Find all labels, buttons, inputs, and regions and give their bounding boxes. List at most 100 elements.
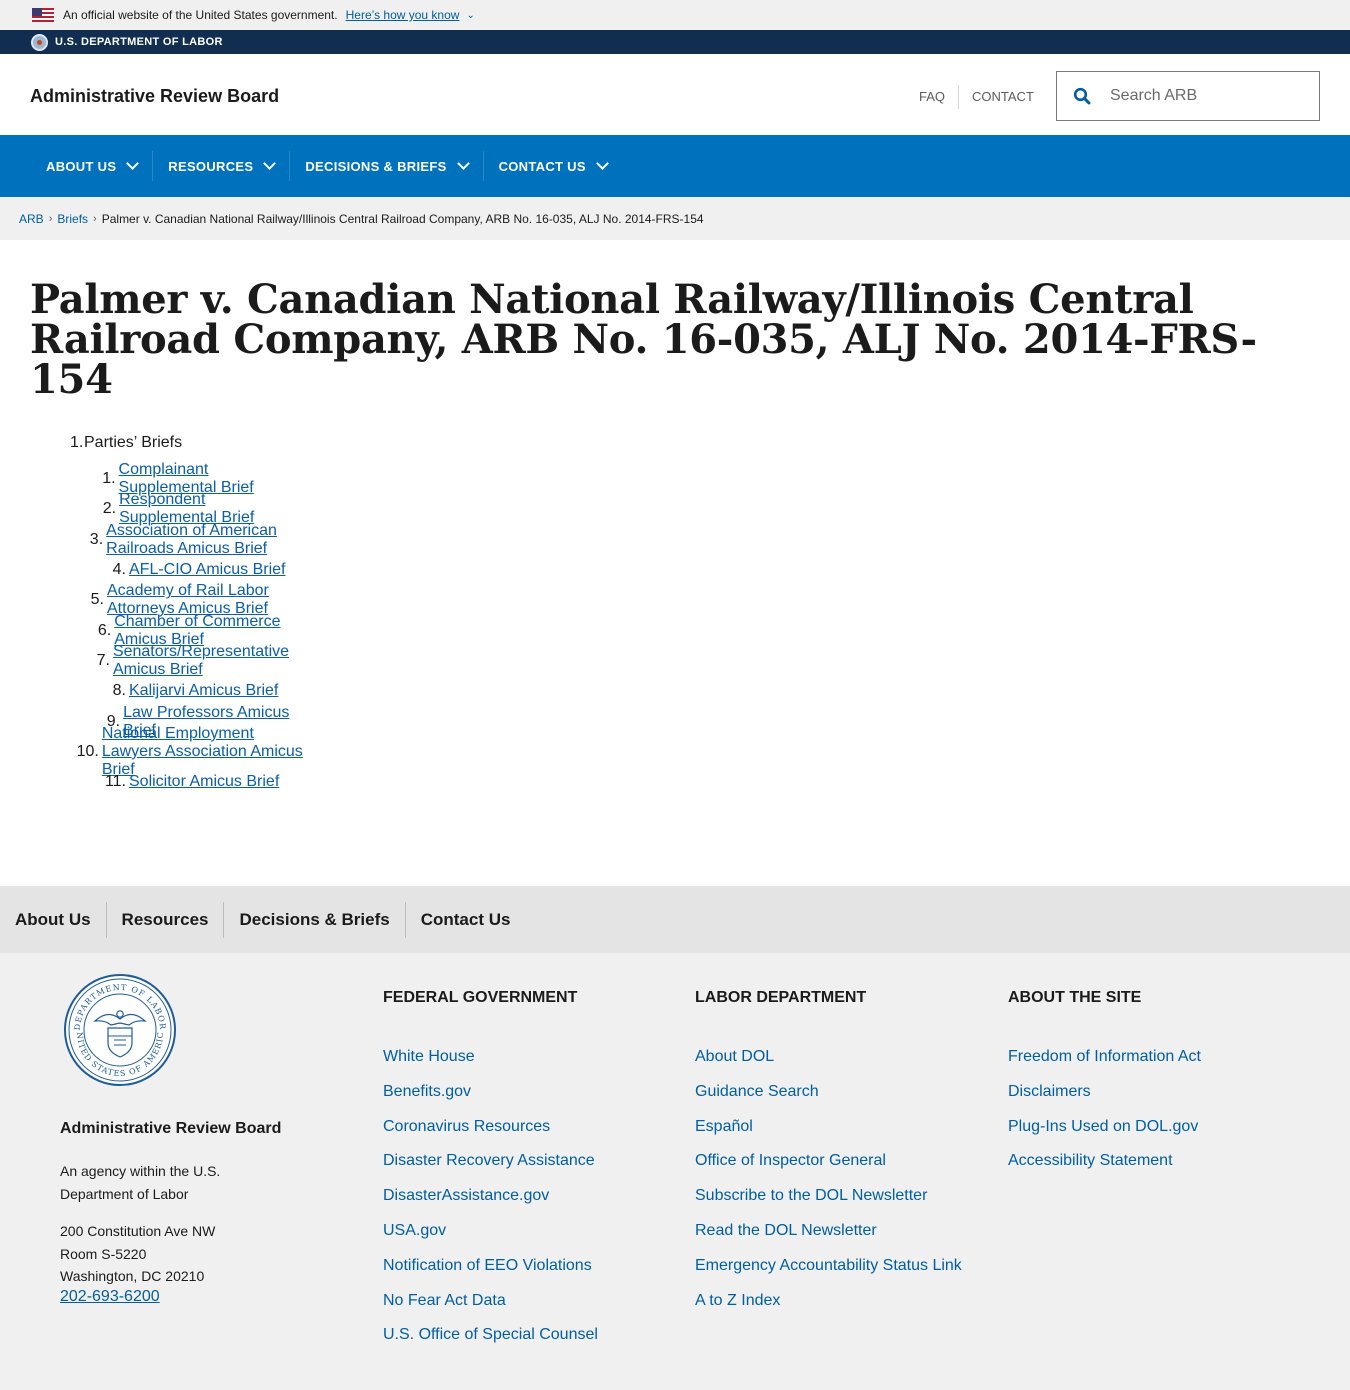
- list-item: 3. Association of American Railroads Amic…: [70, 522, 305, 558]
- footer-agency-line: An agency within the U.S.: [60, 1163, 221, 1179]
- nav-contact-us[interactable]: CONTACT US: [484, 151, 622, 181]
- list-number: 1.: [70, 434, 84, 451]
- footer-link[interactable]: Disaster Recovery Assistance: [383, 1152, 595, 1169]
- list-number: 5.: [90, 591, 104, 609]
- footer-link[interactable]: U.S. Office of Special Counsel: [383, 1326, 598, 1343]
- list-number: 1.: [102, 470, 116, 488]
- nav-resources[interactable]: RESOURCES: [153, 151, 291, 181]
- footer-nav-about-us[interactable]: About Us: [15, 901, 107, 938]
- breadcrumb-briefs[interactable]: Briefs: [57, 212, 88, 226]
- footer-link[interactable]: No Fear Act Data: [383, 1292, 506, 1309]
- site-title[interactable]: Administrative Review Board: [30, 86, 279, 107]
- footer-link[interactable]: Benefits.gov: [383, 1083, 471, 1100]
- footer-column-title: FEDERAL GOVERNMENT: [383, 989, 578, 1006]
- footer-link[interactable]: Emergency Accountability Status Link: [695, 1257, 962, 1274]
- footer-link[interactable]: Plug-Ins Used on DOL.gov: [1008, 1118, 1198, 1135]
- brief-link[interactable]: Senators/Representative Amicus Brief: [113, 643, 305, 679]
- footer-link[interactable]: A to Z Index: [695, 1292, 780, 1309]
- nav-label: CONTACT US: [498, 158, 586, 174]
- footer-nav-resources[interactable]: Resources: [107, 901, 225, 938]
- footer-link[interactable]: Coronavirus Resources: [383, 1118, 550, 1135]
- briefs-list: 1. Parties’ Briefs 1. Complainant Supplem…: [70, 434, 303, 790]
- list-item: 2. Respondent Supplemental Brief: [70, 491, 305, 526]
- list-item: 4. AFL-CIO Amicus Brief: [70, 555, 305, 585]
- page-title: Palmer v. Canadian National Railway/Illi…: [30, 276, 1257, 403]
- dol-bar-text[interactable]: U.S. DEPARTMENT OF LABOR: [55, 36, 223, 48]
- footer-link[interactable]: DisasterAssistance.gov: [383, 1187, 549, 1204]
- footer-link[interactable]: About DOL: [695, 1048, 774, 1065]
- list-item: 7. Senators/Representative Amicus Brief: [70, 643, 305, 679]
- breadcrumb: ARB › Briefs › Palmer v. Canadian Nation…: [0, 197, 1350, 240]
- footer-link[interactable]: Freedom of Information Act: [1008, 1048, 1201, 1065]
- footer-link[interactable]: Español: [695, 1118, 753, 1135]
- chevron-down-icon: [126, 157, 140, 170]
- chevron-down-icon[interactable]: ⌄: [466, 10, 474, 21]
- footer-agency: An agency within the U.S. Department of …: [60, 1160, 220, 1206]
- breadcrumb-current: Palmer v. Canadian National Railway/Illi…: [101, 211, 704, 226]
- contact-link[interactable]: CONTACT: [972, 84, 1034, 109]
- list-number: 10.: [76, 742, 99, 760]
- nav-label: RESOURCES: [168, 158, 254, 174]
- utility-divider: [958, 84, 960, 109]
- list-item: 1. Parties’ Briefs: [70, 434, 182, 452]
- footer-address-line: Room S-5220: [60, 1245, 147, 1262]
- heres-how-you-know-link[interactable]: Here’s how you know: [346, 8, 460, 22]
- footer-column-about-site: ABOUT THE SITE Freedom of Information Ac…: [1008, 989, 1201, 1187]
- footer-column-labor: LABOR DEPARTMENT About DOL Guidance Sear…: [695, 989, 962, 1326]
- faq-link[interactable]: FAQ: [919, 84, 945, 109]
- site-footer: DEPARTMENT OF LABOR UNITED STATES OF AME…: [0, 953, 1350, 1390]
- nav-label: ABOUT US: [46, 158, 117, 174]
- search-input[interactable]: Search ARB: [1056, 71, 1320, 121]
- brief-link[interactable]: AFL-CIO Amicus Brief: [129, 561, 285, 579]
- chevron-down-icon: [595, 157, 609, 170]
- brief-link[interactable]: Kalijarvi Amicus Brief: [129, 682, 278, 700]
- footer-address-line: 200 Constitution Ave NW: [60, 1223, 216, 1239]
- list-item: 5. Academy of Rail Labor Attorneys Amicus…: [70, 582, 305, 617]
- footer-link[interactable]: Notification of EEO Violations: [383, 1257, 592, 1274]
- brief-link[interactable]: Solicitor Amicus Brief: [129, 773, 279, 791]
- section-label: Parties’ Briefs: [84, 434, 183, 451]
- breadcrumb-separator: ›: [93, 212, 97, 225]
- list-number: 11.: [104, 773, 126, 791]
- nav-decisions-briefs[interactable]: DECISIONS & BRIEFS: [290, 151, 484, 181]
- chevron-down-icon: [263, 157, 277, 170]
- dol-seal-icon[interactable]: DEPARTMENT OF LABOR UNITED STATES OF AME…: [63, 973, 177, 1087]
- briefs-sublist: 1. Complainant Supplemental Brief 2. Respo…: [70, 461, 305, 797]
- list-number: 8.: [112, 682, 126, 700]
- list-number: 3.: [89, 530, 104, 548]
- footer-link[interactable]: USA.gov: [383, 1222, 446, 1239]
- footer-link[interactable]: Read the DOL Newsletter: [695, 1222, 877, 1239]
- footer-nav-contact-us[interactable]: Contact Us: [406, 902, 526, 938]
- footer-column-title: ABOUT THE SITE: [1008, 989, 1142, 1006]
- breadcrumb-arb[interactable]: ARB: [19, 212, 44, 226]
- footer-link[interactable]: Subscribe to the DOL Newsletter: [695, 1187, 927, 1204]
- footer-column-title: LABOR DEPARTMENT: [695, 989, 867, 1006]
- footer-link[interactable]: Office of Inspector General: [695, 1152, 886, 1169]
- site-header: Administrative Review Board FAQ CONTACT …: [0, 54, 1350, 135]
- footer-address: 200 Constitution Ave NW Room S-5220 Wash…: [60, 1220, 215, 1288]
- list-item: 6. Chamber of Commerce Amicus Brief: [70, 613, 305, 648]
- footer-org-name: Administrative Review Board: [60, 1120, 282, 1137]
- main-nav: ABOUT US RESOURCES DECISIONS & BRIEFS CO…: [0, 135, 1350, 197]
- list-number: 4.: [112, 561, 126, 579]
- chevron-down-icon: [456, 157, 470, 170]
- dol-seal-icon: [31, 33, 48, 51]
- footer-nav-decisions-briefs[interactable]: Decisions & Briefs: [224, 901, 406, 938]
- search-placeholder: Search ARB: [1110, 87, 1198, 104]
- gov-banner-text: An official website of the United States…: [63, 8, 338, 22]
- utility-links: FAQ CONTACT: [919, 84, 1034, 109]
- footer-phone-link[interactable]: 202-693-6200: [60, 1288, 160, 1306]
- search-icon[interactable]: [1057, 87, 1107, 105]
- breadcrumb-separator: ›: [48, 212, 53, 225]
- footer-link[interactable]: Guidance Search: [695, 1083, 819, 1100]
- nav-about-us[interactable]: ABOUT US: [31, 151, 154, 181]
- footer-agency-line: Department of Labor: [60, 1186, 189, 1202]
- brief-link[interactable]: National Employment Lawyers Association …: [102, 725, 305, 779]
- footer-link[interactable]: Accessibility Statement: [1008, 1152, 1173, 1169]
- list-number: 6.: [97, 621, 112, 639]
- footer-link[interactable]: Disclaimers: [1008, 1083, 1091, 1100]
- list-item: 10. National Employment Lawyers Associati…: [70, 725, 305, 778]
- brief-link[interactable]: Association of American Railroads Amicus…: [106, 522, 305, 558]
- footer-link[interactable]: White House: [383, 1048, 475, 1065]
- list-item: 8. Kalijarvi Amicus Brief: [70, 676, 305, 706]
